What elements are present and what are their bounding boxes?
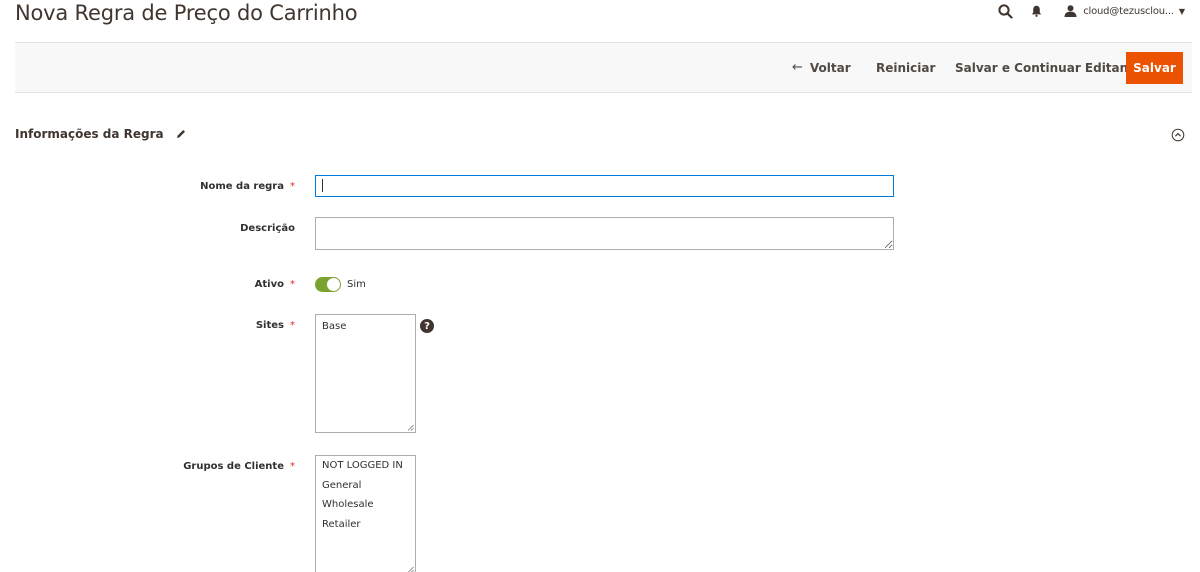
back-button-label: Voltar [809, 60, 851, 75]
user-name[interactable]: cloud@tezusclou... [1083, 6, 1174, 17]
active-label: Ativo * [255, 279, 295, 290]
rule-name-label: Nome da regra * [200, 181, 295, 192]
collapse-icon[interactable] [1171, 127, 1185, 146]
save-button[interactable]: Salvar [1126, 52, 1183, 84]
active-toggle[interactable] [315, 277, 341, 292]
active-toggle-value: Sim [347, 279, 366, 290]
websites-label: Sites * [256, 320, 295, 331]
caret-down-icon[interactable]: ▼ [1179, 7, 1185, 16]
help-icon[interactable]: ? [420, 319, 434, 333]
arrow-left-icon: ← [792, 60, 803, 75]
page-title: Nova Regra de Preço do Carrinho [15, 1, 358, 25]
rule-name-input[interactable] [315, 175, 894, 197]
pencil-icon [176, 129, 186, 139]
website-option-base[interactable]: Base [316, 317, 415, 337]
required-marker: * [290, 181, 295, 192]
resize-grip-icon[interactable] [407, 424, 414, 431]
save-and-continue-button[interactable]: Salvar e Continuar Editando [955, 43, 1145, 92]
required-marker: * [290, 461, 295, 472]
user-icon[interactable] [1064, 5, 1077, 17]
required-marker: * [290, 279, 295, 290]
group-option-general[interactable]: General [316, 476, 415, 496]
customer-groups-multiselect[interactable]: NOT LOGGED IN General Wholesale Retailer [315, 455, 416, 572]
description-textarea[interactable] [315, 217, 894, 250]
description-label: Descrição [240, 223, 295, 234]
text-cursor [322, 179, 323, 192]
section-title: Informações da Regra [15, 127, 164, 141]
page-actions-toolbar: ← Voltar Reiniciar Salvar e Continuar Ed… [15, 42, 1192, 93]
header-actions: cloud@tezusclou... ▼ [998, 0, 1185, 22]
group-option-retailer[interactable]: Retailer [316, 515, 415, 535]
resize-grip-icon[interactable] [407, 566, 414, 572]
section-rule-information[interactable]: Informações da Regra [15, 127, 186, 141]
websites-label-text: Sites [255, 320, 284, 331]
toggle-knob [327, 278, 340, 291]
reset-button[interactable]: Reiniciar [876, 43, 935, 92]
search-icon[interactable] [998, 3, 1013, 19]
customer-groups-label-text: Grupos de Cliente [183, 461, 284, 472]
active-label-text: Ativo [254, 279, 284, 290]
group-option-not-logged-in[interactable]: NOT LOGGED IN [316, 456, 415, 476]
websites-multiselect[interactable]: Base [315, 314, 416, 433]
required-marker: * [290, 320, 295, 331]
rule-name-label-text: Nome da regra [200, 181, 284, 192]
bell-icon[interactable] [1031, 5, 1042, 17]
back-button[interactable]: ← Voltar [792, 43, 851, 92]
group-option-wholesale[interactable]: Wholesale [316, 495, 415, 515]
customer-groups-label: Grupos de Cliente * [183, 461, 295, 472]
